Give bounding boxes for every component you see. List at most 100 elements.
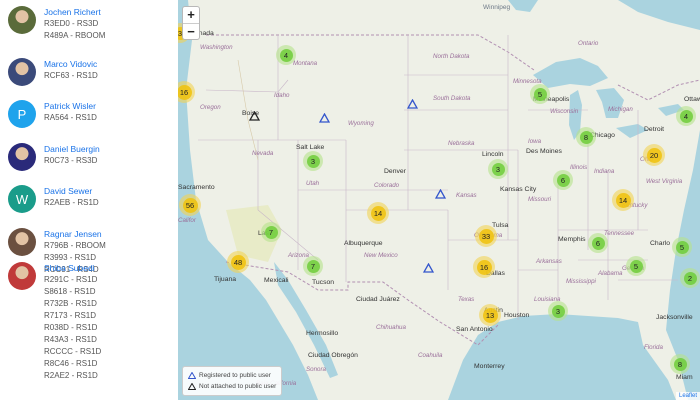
cluster-count: 6 [556,173,570,187]
map-label-nebraska: Nebraska [448,140,475,147]
map-label-lincoln: Lincoln [482,151,504,158]
unattached-station-marker[interactable] [249,111,260,121]
station-cluster[interactable]: 5 [626,256,646,276]
map-label-south-dakota: South Dakota [433,95,471,102]
map-label-ciudad-juarez: Ciudad Juárez [356,296,400,303]
cluster-count: 3 [306,154,320,168]
map-label-sacramento: Sacramento [178,184,215,191]
registered-station-marker[interactable] [319,113,330,123]
map-label-mexicali: Mexicali [264,277,289,284]
station-cluster[interactable]: 2 [680,268,700,288]
device-line: R291C - RS1D [44,275,98,284]
map-label-albuquerque: Albuquerque [344,240,383,247]
station-cluster[interactable]: 7 [261,222,281,242]
station-cluster[interactable]: 4 [676,106,696,126]
map-label-michigan: Michigan [608,106,633,113]
user-entry[interactable]: Shiba Subedi R291C - RS1D S8618 - RS1D R732… [8,262,101,382]
user-name-link[interactable]: Ragnar Jensen [44,228,106,240]
device-line: RCF63 - RS1D [44,71,98,80]
station-cluster[interactable]: 3 [548,301,568,321]
user-entry[interactable]: P Patrick Wisler RA564 - RS1D [8,100,97,128]
map-label-des-moines: Des Moines [526,148,562,155]
station-cluster[interactable]: 13 [479,304,501,326]
map-label-utah: Utah [306,180,320,187]
user-entry[interactable]: Jochen Richert R3ED0 - RS3D R489A - RBOOM [8,6,105,42]
station-cluster[interactable]: 5 [530,84,550,104]
cluster-count: 3 [491,162,505,176]
map-label-missouri: Missouri [528,196,552,203]
station-cluster[interactable]: 33 [475,225,497,247]
map-label-monterrey: Monterrey [474,363,505,370]
registered-station-marker[interactable] [435,189,446,199]
map-label-iowa: Iowa [528,138,542,145]
user-info: David Sewer R2AEB - RS1D [44,185,99,213]
station-cluster[interactable]: 3 [488,159,508,179]
device-line: R489A - RBOOM [44,31,106,40]
user-entry[interactable]: Marco Vidovic RCF63 - RS1D [8,58,98,86]
cluster-count: 7 [264,225,278,239]
station-cluster[interactable]: 20 [643,144,665,166]
map-label-montana: Montana [293,60,318,67]
user-name-link[interactable]: Patrick Wisler [44,100,97,112]
user-entry[interactable]: Daniel Buergin R0C73 - RS3D [8,143,100,171]
map-label-illinois: Illinois [570,164,588,171]
map-label-wyoming: Wyoming [348,120,374,127]
cluster-count: 6 [591,236,605,250]
user-name-link[interactable]: Shiba Subedi [44,262,101,274]
user-name-link[interactable]: Jochen Richert [44,6,105,18]
legend-not-attached-label: Not attached to public user [199,383,277,390]
station-cluster[interactable]: 48 [227,251,249,273]
user-info: Jochen Richert R3ED0 - RS3D R489A - RBOOM [44,6,105,42]
legend-registered-label: Registered to public user [199,372,271,379]
map-label-california: Califor [178,217,196,224]
station-cluster[interactable]: 14 [612,189,634,211]
map-label-idaho: Idaho [274,92,290,99]
zoom-out-button[interactable]: − [183,23,199,39]
station-cluster[interactable]: 7 [303,256,323,276]
map-legend: Registered to public user Not attached t… [182,366,283,396]
map-label-chihuahua: Chihuahua [376,324,406,331]
cluster-count: 2 [683,271,697,285]
user-entry[interactable]: W David Sewer R2AEB - RS1D [8,185,99,213]
map-label-mississippi: Mississippi [566,278,596,285]
station-cluster[interactable]: 8 [670,354,690,374]
map-label-kansas: Kansas [456,192,477,199]
device-line: S8618 - RS1D [44,287,96,296]
cluster-count: 8 [673,357,687,371]
station-cluster[interactable]: 3 [303,151,323,171]
device-line: R2AE2 - RS1D [44,371,98,380]
station-cluster[interactable]: 6 [588,233,608,253]
cluster-count: 20 [646,147,662,163]
station-cluster[interactable]: 8 [576,127,596,147]
map-label-sonora: Sonora [306,366,326,373]
user-name-link[interactable]: David Sewer [44,185,99,197]
station-cluster[interactable]: 6 [553,170,573,190]
user-name-link[interactable]: Marco Vidovic [44,58,98,70]
registered-station-marker[interactable] [423,263,434,273]
map-label-alabama: Alabama [598,270,623,277]
station-cluster[interactable]: 4 [276,45,296,65]
device-line: R2AEB - RS1D [44,198,99,207]
station-cluster[interactable]: 56 [179,194,201,216]
map-label-charlotte: Charlo [650,240,671,247]
user-avatar [8,58,36,86]
device-line: R0C73 - RS3D [44,156,98,165]
registered-station-marker[interactable] [407,99,418,109]
map-view[interactable]: Winnipeg Washington Montana North Dakota Min… [178,0,700,400]
map-label-detroit: Detroit [644,126,665,133]
station-cluster[interactable]: 14 [367,202,389,224]
legend-not-attached: Not attached to public user [188,381,276,392]
avatar-letter: P [17,106,27,122]
map-label-washington: Washington [200,44,233,51]
map-label-ciudad-obregon: Ciudad Obregón [308,352,358,359]
cluster-count: 5 [629,259,643,273]
map-label-winnipeg: Winnipeg [483,4,511,11]
map-label-san-antonio: San Antonio [456,326,493,333]
map-attribution[interactable]: Leaflet [675,392,700,400]
zoom-in-button[interactable]: + [183,7,199,23]
user-name-link[interactable]: Daniel Buergin [44,143,100,155]
cluster-count: 56 [182,197,198,213]
station-cluster[interactable]: 5 [672,237,692,257]
station-cluster[interactable]: 16 [473,256,495,278]
user-avatar [8,6,36,34]
